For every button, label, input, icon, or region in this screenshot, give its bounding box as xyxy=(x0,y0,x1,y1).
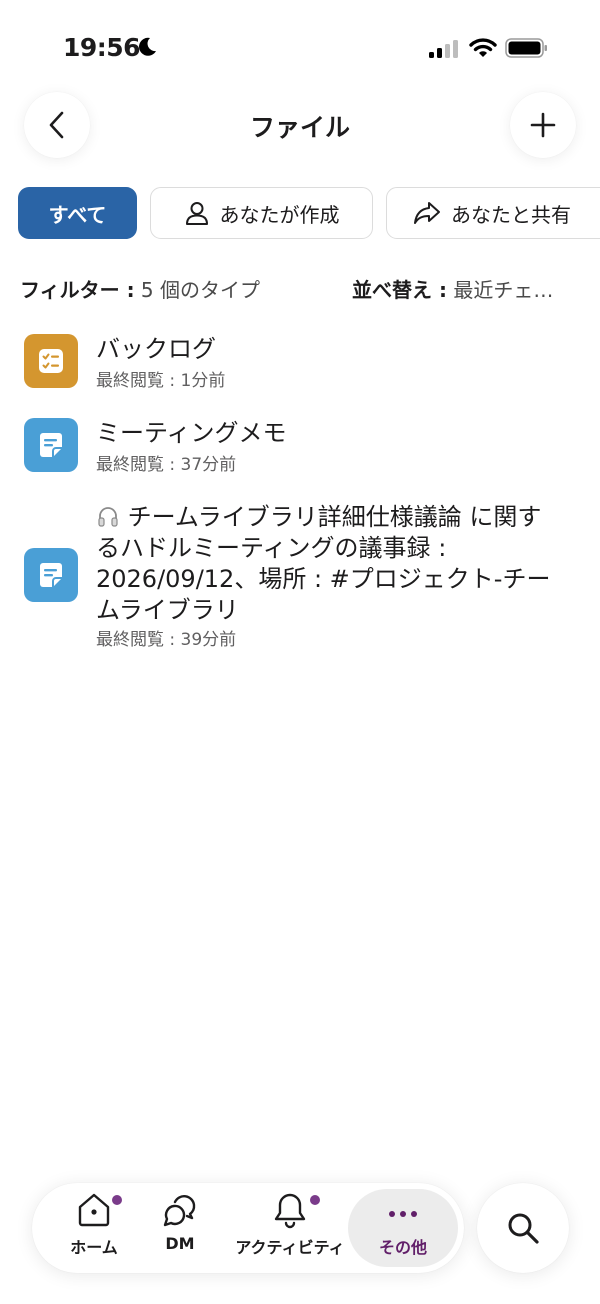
file-last-viewed: 最終閲覧 : 39分前 xyxy=(96,630,237,650)
file-title-line-1: チームライブラリ詳細仕様議論 に関す xyxy=(127,503,542,531)
bell-icon xyxy=(274,1193,306,1229)
tab-home-label: ホーム xyxy=(70,1238,118,1257)
checklist-icon xyxy=(24,334,78,388)
file-title: チームライブラリ詳細仕様議論 に関す るハドルミーティングの議事録 : 2026… xyxy=(96,502,576,626)
filter-chip-created-by-you[interactable]: あなたが作成 xyxy=(150,187,373,239)
file-title-line-4: ムライブラリ xyxy=(96,596,239,624)
filter-chip-shared-with-you-label: あなたと共有 xyxy=(451,202,571,227)
activity-unread-dot xyxy=(310,1195,320,1205)
file-list-item[interactable]: チームライブラリ詳細仕様議論 に関す るハドルミーティングの議事録 : 2026… xyxy=(0,500,600,652)
file-list-item[interactable]: ミーティングメモ 最終閲覧 : 37分前 xyxy=(0,410,600,486)
plus-icon xyxy=(530,112,556,138)
filter-label: フィルター : xyxy=(20,278,135,302)
tab-activity[interactable]: アクティビティ xyxy=(230,1190,350,1266)
dm-bubbles-icon xyxy=(163,1195,196,1227)
filter-value: 5 個のタイプ xyxy=(140,278,261,302)
tab-more[interactable]: その他 xyxy=(348,1190,458,1266)
canvas-note-icon xyxy=(24,548,78,602)
share-arrow-icon xyxy=(414,202,440,224)
status-time: 19:56 xyxy=(63,33,141,62)
sort-label: 並べ替え : xyxy=(352,278,447,302)
file-title-line-3: 2026/09/12、場所 : #プロジェクト-チー xyxy=(96,565,551,593)
headphones-icon xyxy=(98,507,118,527)
home-unread-dot xyxy=(112,1195,122,1205)
file-title-line-2: るハドルミーティングの議事録 : xyxy=(96,534,447,562)
wifi-icon xyxy=(469,37,497,63)
moon-icon xyxy=(136,36,158,62)
tab-dm[interactable]: DM xyxy=(142,1190,218,1266)
filter-chip-created-by-you-label: あなたが作成 xyxy=(219,202,340,227)
search-button[interactable] xyxy=(477,1183,569,1273)
home-icon xyxy=(78,1193,110,1227)
file-last-viewed: 最終閲覧 : 37分前 xyxy=(96,455,237,475)
more-dots-icon xyxy=(389,1211,417,1217)
tab-activity-label: アクティビティ xyxy=(235,1238,345,1257)
file-title: バックログ xyxy=(96,335,216,363)
file-last-viewed: 最終閲覧 : 1分前 xyxy=(96,371,226,391)
person-icon xyxy=(185,202,208,225)
sort-value: 最近チェ… xyxy=(453,278,554,302)
sort-control[interactable]: 並べ替え : 最近チェ… xyxy=(352,274,553,303)
filter-chip-shared-with-you[interactable]: あなたと共有 xyxy=(386,187,600,239)
filter-chip-all[interactable]: すべて xyxy=(18,187,137,239)
battery-icon xyxy=(505,37,549,63)
tab-dm-label: DM xyxy=(165,1234,195,1253)
canvas-note-icon xyxy=(24,418,78,472)
file-list-item[interactable]: バックログ 最終閲覧 : 1分前 xyxy=(0,326,600,402)
add-file-button[interactable] xyxy=(510,92,576,158)
filter-control[interactable]: フィルター : 5 個のタイプ xyxy=(20,274,260,303)
search-icon xyxy=(508,1213,539,1244)
cellular-signal-icon xyxy=(428,39,460,63)
file-title: ミーティングメモ xyxy=(96,419,287,447)
tab-more-label: その他 xyxy=(378,1238,427,1257)
